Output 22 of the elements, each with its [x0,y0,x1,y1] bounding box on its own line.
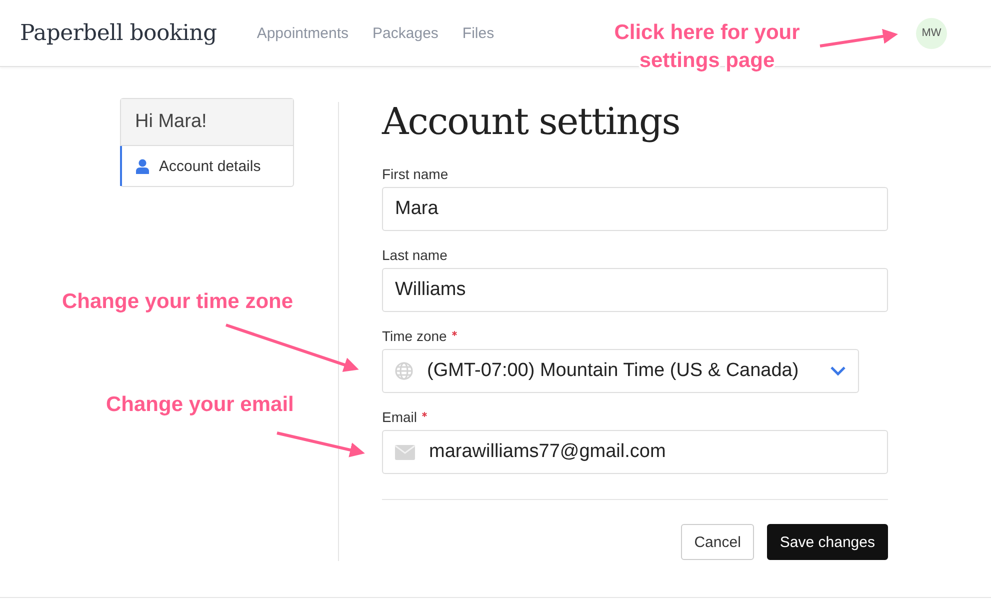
cancel-button[interactable]: Cancel [681,524,754,560]
chevron-down-icon [830,366,846,376]
time-zone-select[interactable]: (GMT-07:00) Mountain Time (US & Canada) [382,349,859,393]
greeting-text: Hi Mara! [121,99,293,146]
person-icon [136,158,149,174]
annotation-text: Change your time zone [62,289,294,315]
field-label: Time zone [382,328,447,344]
avatar-button[interactable]: MW [916,18,947,48]
envelope-icon [395,444,415,460]
input-field[interactable]: Mara [382,187,888,231]
sidebar-item[interactable]: Account details [120,146,293,186]
input-field[interactable]: marawilliams77@gmail.com [382,430,888,474]
annotation-text: Click here for your settings page [613,20,801,74]
globe-icon [395,362,413,380]
annotation-text: Change your email [106,392,294,418]
input-field[interactable]: Williams [382,268,888,312]
app-logo: Paperbell booking [20,20,217,46]
field-label: Email [382,409,418,425]
field-label: First name [382,166,448,182]
page-title: Account settings [382,99,681,145]
save-button[interactable]: Save changes [766,524,888,560]
field-label: Last name [382,247,448,263]
